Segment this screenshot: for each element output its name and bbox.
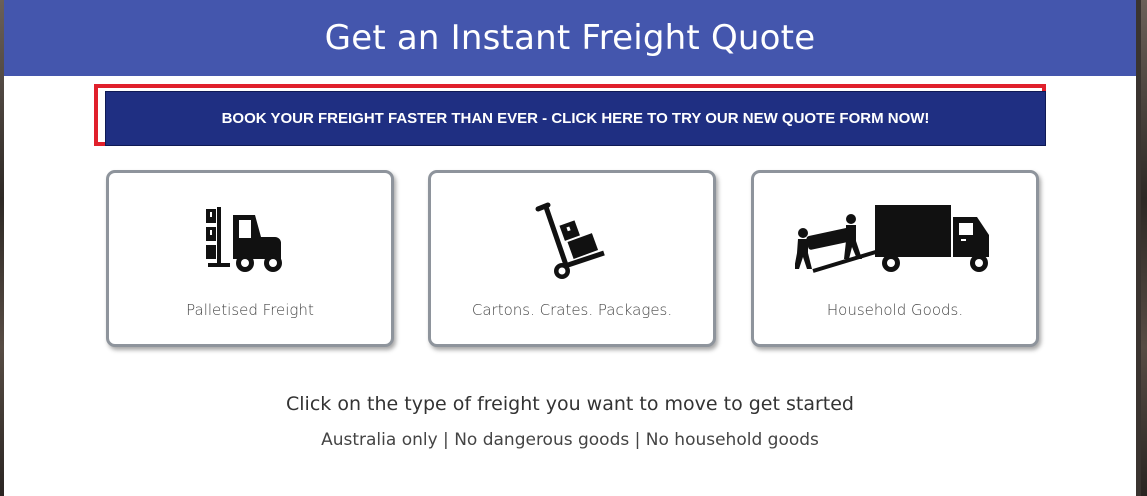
quote-panel: Get an Instant Freight Quote BOOK YOUR F… bbox=[4, 0, 1136, 496]
household-goods-label: Household Goods. bbox=[826, 301, 964, 319]
hand-truck-icon bbox=[431, 201, 713, 283]
instructions-text: Click on the type of freight you want to… bbox=[286, 393, 854, 415]
cartons-crates-packages-label: Cartons. Crates. Packages. bbox=[471, 301, 673, 319]
new-quote-form-button[interactable]: BOOK YOUR FREIGHT FASTER THAN EVER - CLI… bbox=[105, 91, 1046, 146]
moving-truck-icon bbox=[754, 201, 1036, 283]
page-title: Get an Instant Freight Quote bbox=[324, 18, 816, 58]
cartons-crates-packages-card[interactable]: Cartons. Crates. Packages. bbox=[428, 170, 716, 347]
household-goods-card[interactable]: Household Goods. bbox=[751, 170, 1039, 347]
restrictions-text: Australia only | No dangerous goods | No… bbox=[321, 430, 819, 450]
forklift-icon bbox=[109, 201, 391, 283]
header-bar: Get an Instant Freight Quote bbox=[4, 0, 1136, 76]
background-right bbox=[1141, 0, 1147, 496]
palletised-freight-label: Palletised Freight bbox=[186, 301, 314, 319]
palletised-freight-card[interactable]: Palletised Freight bbox=[106, 170, 394, 347]
